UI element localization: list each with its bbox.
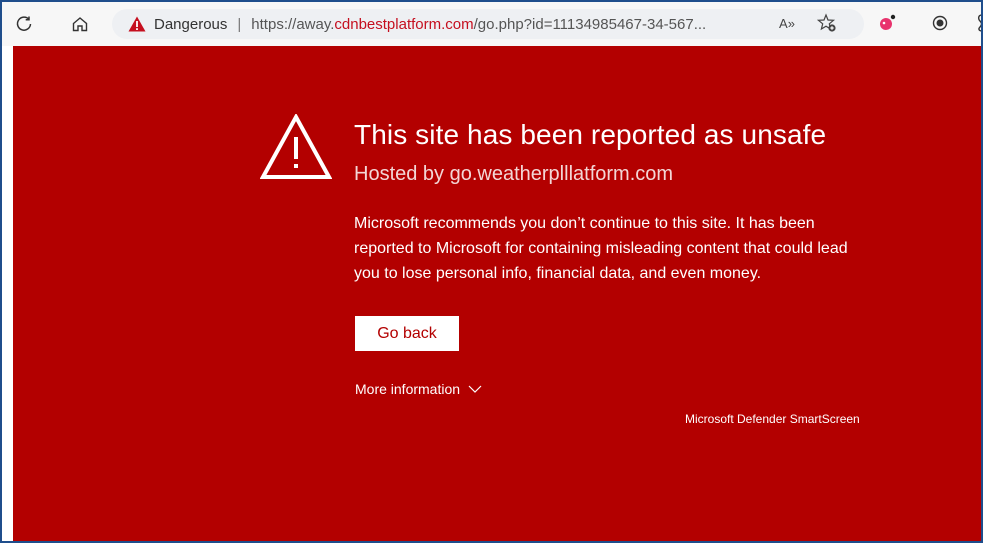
address-separator: | — [237, 15, 242, 33]
chevron-down-icon — [468, 385, 482, 393]
warning-description: Microsoft recommends you don’t continue … — [354, 215, 848, 282]
overflow-icon[interactable] — [968, 10, 981, 36]
more-information-label: More information — [355, 381, 461, 397]
browser-toolbar: Dangerous | https://away. cdnbestplatform… — [2, 2, 981, 46]
record-extension-icon[interactable] — [927, 10, 953, 36]
url-prefix: https://away. — [251, 15, 335, 33]
page-title: This site has been reported as unsafe — [354, 119, 827, 150]
url-path: /go.php?id=11134985467-34-567... — [473, 15, 707, 33]
go-back-button[interactable]: Go back — [355, 316, 459, 351]
more-information-toggle[interactable]: More information — [355, 381, 482, 397]
home-icon[interactable] — [66, 10, 94, 38]
browser-window: Dangerous | https://away. cdnbestplatform… — [0, 0, 983, 543]
smartscreen-warning-page: This site has been reported as unsafe Ho… — [13, 46, 981, 541]
read-aloud-icon[interactable]: A» — [774, 10, 800, 36]
add-favorite-icon[interactable] — [814, 10, 840, 36]
smartscreen-brand-label: Microsoft Defender SmartScreen — [685, 412, 860, 426]
warning-triangle-icon — [260, 114, 332, 179]
extension-icon[interactable] — [874, 10, 900, 36]
site-status-label[interactable]: Dangerous — [154, 16, 227, 33]
danger-warning-icon — [128, 16, 146, 32]
url-domain: cdnbestplatform.com — [334, 15, 474, 33]
address-bar[interactable]: Dangerous | https://away. cdnbestplatform… — [112, 9, 864, 39]
refresh-icon[interactable] — [10, 10, 38, 38]
hosted-by-text: Hosted by go.weatherplllatform.com — [354, 163, 674, 185]
